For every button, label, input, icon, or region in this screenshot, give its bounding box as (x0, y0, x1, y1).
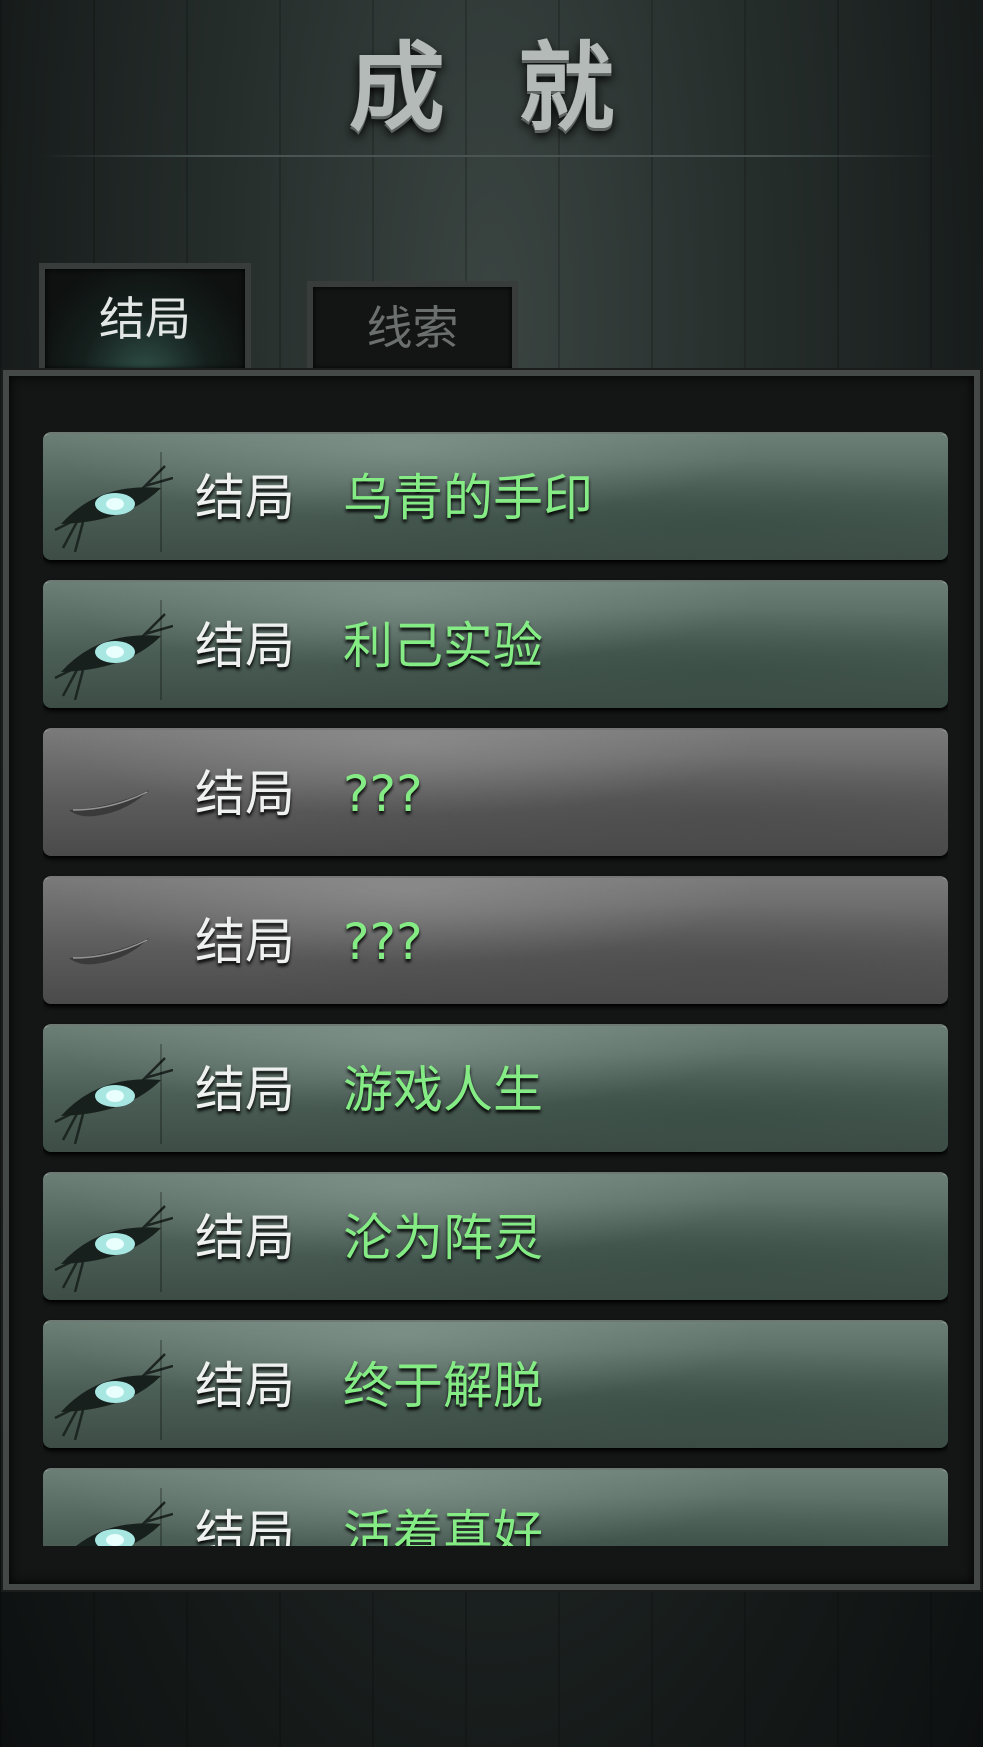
ending-row[interactable]: 结局??? (43, 728, 948, 856)
ending-label: 结局 (195, 469, 295, 527)
ending-row[interactable]: 结局 利己实验 (43, 580, 948, 708)
achievements-panel: 结局 乌青的手印 结局 利己实验 结局??? 结局??? 结局 游戏人生 结局 沦为阵灵 结局 终于解… (3, 370, 980, 1590)
ending-row[interactable]: 结局 乌青的手印 (43, 432, 948, 560)
ending-label: 结局 (195, 1061, 295, 1119)
ending-title: 利己实验 (343, 617, 543, 675)
ending-title: 终于解脱 (343, 1357, 543, 1415)
ending-label: 结局 (195, 765, 295, 823)
ending-label: 结局 (195, 617, 295, 675)
ending-label: 结局 (195, 913, 295, 971)
closed-eye-icon (53, 896, 173, 996)
ending-title: 活着真好 (343, 1505, 543, 1546)
ending-row[interactable]: 结局 沦为阵灵 (43, 1172, 948, 1300)
tab-endings[interactable]: 结局 (39, 263, 251, 375)
closed-eye-icon (53, 748, 173, 848)
ending-row[interactable]: 结局 活着真好 (43, 1468, 948, 1546)
ending-title: 游戏人生 (343, 1061, 543, 1119)
ending-label: 结局 (195, 1357, 295, 1415)
ending-title: ??? (343, 765, 423, 823)
open-eye-icon (53, 600, 174, 701)
open-eye-icon (53, 1192, 174, 1293)
page-title: 成 就 (348, 32, 635, 144)
ending-row[interactable]: 结局 游戏人生 (43, 1024, 948, 1152)
ending-title: ??? (343, 913, 423, 971)
ending-label: 结局 (195, 1505, 295, 1546)
open-eye-icon (53, 452, 174, 553)
tab-clues[interactable]: 线索 (307, 281, 518, 375)
open-eye-icon (53, 1340, 174, 1441)
open-eye-icon (53, 1044, 174, 1145)
header-divider (40, 155, 943, 157)
ending-title: 乌青的手印 (343, 469, 593, 527)
ending-row[interactable]: 结局??? (43, 876, 948, 1004)
ending-row[interactable]: 结局 终于解脱 (43, 1320, 948, 1448)
ending-title: 沦为阵灵 (343, 1209, 543, 1267)
ending-label: 结局 (195, 1209, 295, 1267)
open-eye-icon (53, 1488, 174, 1546)
endings-list[interactable]: 结局 乌青的手印 结局 利己实验 结局??? 结局??? 结局 游戏人生 结局 沦为阵灵 结局 终于解… (43, 432, 948, 1546)
